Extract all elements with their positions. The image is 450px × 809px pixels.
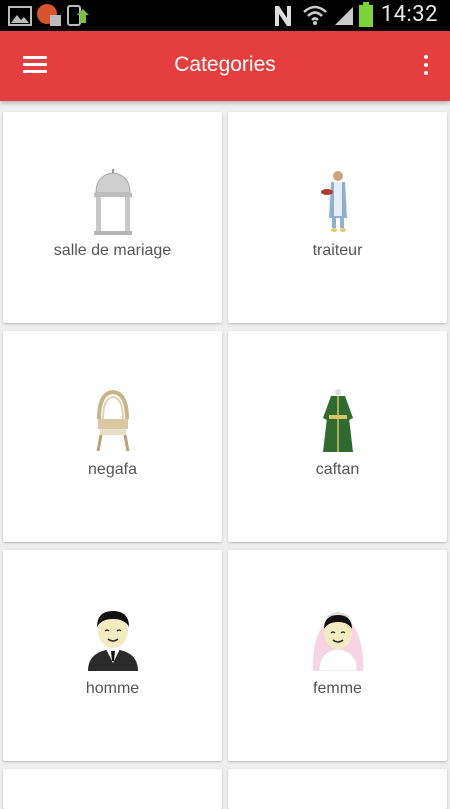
battery-icon bbox=[359, 2, 373, 27]
category-card-salle-de-mariage[interactable]: salle de mariage bbox=[3, 112, 222, 323]
gallery-icon bbox=[8, 6, 32, 26]
groom-icon bbox=[87, 611, 138, 671]
category-card-partial-right[interactable] bbox=[228, 769, 447, 809]
category-label: traiteur bbox=[312, 242, 363, 259]
app-bar: Categories bbox=[0, 31, 450, 101]
wifi-icon bbox=[303, 5, 327, 25]
category-card-partial-left[interactable] bbox=[3, 769, 222, 809]
category-card-traiteur[interactable]: traiteur bbox=[228, 112, 447, 323]
status-time: 14:32 bbox=[380, 2, 438, 27]
status-bar: 14:32 bbox=[0, 0, 450, 31]
bride-icon bbox=[312, 611, 363, 671]
negafa-chair-icon bbox=[96, 389, 129, 452]
page-title: Categories bbox=[174, 53, 276, 76]
category-label: negafa bbox=[88, 461, 137, 478]
caftan-dress-icon bbox=[322, 389, 353, 452]
category-label: salle de mariage bbox=[53, 242, 172, 259]
caterer-icon bbox=[320, 171, 347, 232]
category-card-caftan[interactable]: caftan bbox=[228, 331, 447, 542]
phone-upload-icon bbox=[67, 5, 89, 26]
category-label: homme bbox=[85, 680, 140, 697]
category-card-negafa[interactable]: negafa bbox=[3, 331, 222, 542]
category-card-femme[interactable]: femme bbox=[228, 550, 447, 761]
category-label: caftan bbox=[315, 461, 360, 478]
category-card-homme[interactable]: homme bbox=[3, 550, 222, 761]
signal-icon bbox=[335, 7, 353, 25]
wedding-hall-icon bbox=[93, 169, 132, 235]
n-icon bbox=[275, 6, 291, 26]
notification-app-icon bbox=[37, 4, 61, 26]
more-vert-icon[interactable] bbox=[416, 51, 436, 81]
category-grid: salle de mariage traiteur negafa caftan … bbox=[0, 101, 450, 809]
category-label: femme bbox=[313, 680, 362, 697]
